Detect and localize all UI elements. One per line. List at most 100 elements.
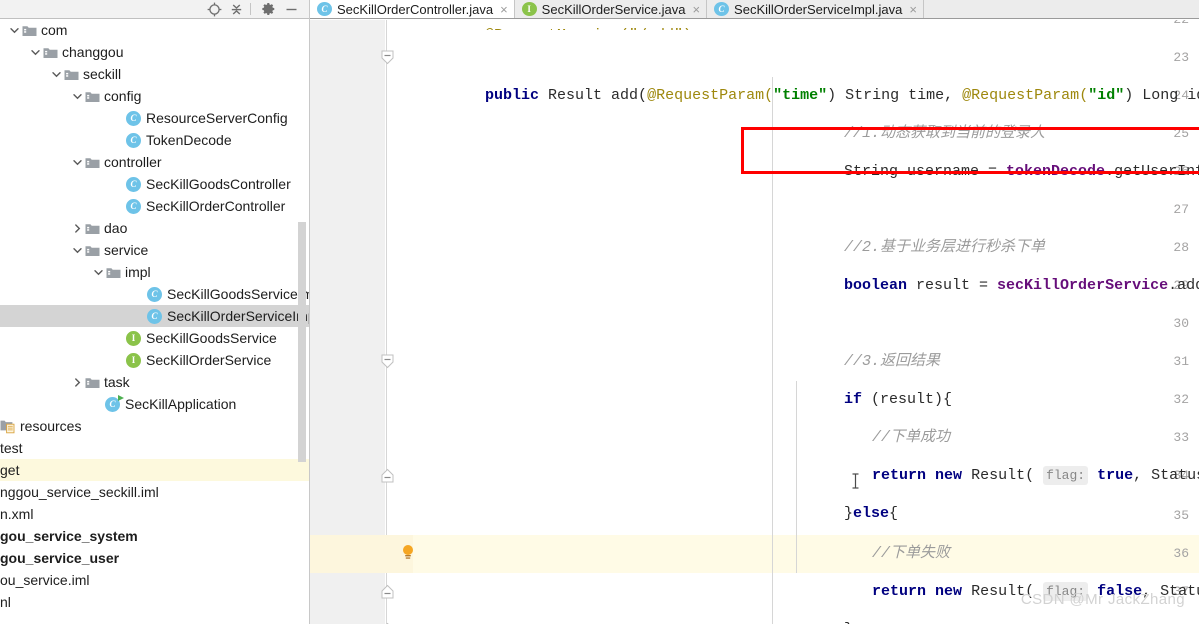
tree-item-label: resources [20,418,82,434]
java-class-icon: C [126,176,141,192]
tree-item-changgou[interactable]: changgou [0,41,310,63]
tree-item-label: SecKillApplication [125,396,237,412]
java-class-icon: C [147,308,162,324]
editor-tab-2[interactable]: C SecKillOrderServiceImpl.java × [707,0,924,18]
tree-item-n-xml[interactable]: n.xml [0,503,310,525]
editor-tab-bar: C SecKillOrderController.java × I SecKillOrd… [310,0,1199,19]
line-number: 31 [1173,354,1189,369]
code-token-keyword: new [935,467,963,484]
tree-item-config[interactable]: config [0,85,310,107]
tree-arrow-spacer [113,107,126,129]
editor-tab-1[interactable]: I SecKillOrderService.java × [514,0,708,18]
tree-item-gou-service-user[interactable]: gou_service_user [0,547,310,569]
code-token-text: Result add( [539,87,648,104]
java-interface-icon: I [521,2,537,16]
editor-area: C SecKillOrderController.java × I SecKillOrd… [310,0,1199,624]
code-token-keyword: new [935,583,963,600]
locate-target-icon[interactable] [205,1,223,17]
code-line-35: //下单失败 [800,497,950,562]
tree-expand-arrow[interactable] [92,261,105,283]
code-token-field: secKillOrderService [997,277,1169,294]
line-number: 22 [1134,20,1199,39]
tree-item-label: nl [0,594,11,610]
tree-expand-arrow[interactable] [71,371,84,393]
tree-item-nggou-service-seckill-iml[interactable]: nggou_service_seckill.iml [0,481,310,503]
tree-item-get[interactable]: get [0,459,310,481]
tree-item-ou-service-iml[interactable]: ou_service.iml [0,569,310,591]
project-tree-scrollbar-thumb[interactable] [298,222,306,462]
tree-item-test[interactable]: test [0,437,310,459]
tree-item-seckillorderservice[interactable]: I SecKillOrderService [0,349,310,371]
tree-expand-arrow[interactable] [71,239,84,261]
fold-marker-strip [385,20,413,624]
gear-icon[interactable] [260,1,278,17]
tree-item-dao[interactable]: dao [0,217,310,239]
tree-item-service[interactable]: service [0,239,310,261]
code-token-text: ( [1079,87,1089,104]
tree-item-label: SecKillGoodsService [146,330,277,346]
close-icon[interactable]: × [500,3,508,16]
code-editor[interactable]: 22 23 24 25 26 27 28 29 30 31 32 33 34 3… [310,20,1199,624]
tree-item-seckillordercontroller[interactable]: C SecKillOrderController [0,195,310,217]
intention-bulb-icon[interactable] [401,544,415,560]
tree-item-label: TokenDecode [146,132,232,148]
project-tree-scrollbar-track[interactable] [298,0,308,605]
fold-collapse-icon-line-23[interactable] [380,50,395,65]
tree-expand-arrow[interactable] [71,151,84,173]
tree-item-label: n.xml [0,506,34,522]
tree-arrow-spacer [134,283,147,305]
collapse-all-icon[interactable] [227,1,245,17]
tree-item-label: controller [104,154,162,170]
close-icon[interactable]: × [909,3,917,16]
close-icon[interactable]: × [692,3,700,16]
param-hint-flag: flag: [1043,466,1089,485]
code-token-annotation: @RequestParam [647,87,765,104]
fold-collapse-icon-line-31[interactable] [380,354,395,369]
tree-item-seckill[interactable]: seckill [0,63,310,85]
code-token-text: String username = [844,163,1007,180]
tree-arrow-spacer [113,349,126,371]
tree-expand-arrow[interactable] [8,19,21,41]
editor-tab-label: SecKillOrderService.java [541,1,686,17]
line-number: 38 [1134,611,1199,624]
tree-item-com[interactable]: com [0,19,310,41]
editor-tab-label: SecKillOrderServiceImpl.java [734,1,903,17]
code-token-text: Result( [962,467,1044,484]
tree-item-label: gou_service_user [0,550,120,566]
tree-item-resourceserverconfig[interactable]: C ResourceServerConfig [0,107,310,129]
tree-item-nl[interactable]: nl [0,591,310,613]
line-number: 30 [1173,316,1189,331]
tree-item-impl[interactable]: impl [0,261,310,283]
folder-icon [84,239,100,261]
code-line-23: public Result add(@RequestParam("time") … [413,39,1199,104]
minimize-icon[interactable] [282,1,300,17]
java-interface-icon: I [126,352,141,368]
tree-item-label: ou_service.iml [0,572,90,588]
project-tree[interactable]: com changgou seckill config C ResourceServerC… [0,19,310,624]
tree-item-seckillgoodsservice[interactable]: I SecKillGoodsService [0,327,310,349]
tree-item-task[interactable]: task [0,371,310,393]
tree-item-resources[interactable]: resources [0,415,310,437]
tree-item-seckillgoodsserviceimpl[interactable]: C SecKillGoodsServiceImpl [0,283,310,305]
tree-expand-arrow[interactable] [71,85,84,107]
fold-collapse-icon-line-34[interactable] [380,468,395,483]
tree-arrow-spacer [113,173,126,195]
watermark-text: CSDN @Mr JackZhang [1020,591,1185,608]
code-token-keyword: return [872,583,927,600]
code-line-37: } [772,573,853,624]
tree-expand-arrow[interactable] [71,217,84,239]
tree-item-label: SecKillGoodsServiceImpl [167,286,310,302]
line-number-gutter [310,20,385,624]
tree-item-gou-service-system[interactable]: gou_service_system [0,525,310,547]
tree-item-controller[interactable]: controller [0,151,310,173]
tree-item-seckillorderserviceimpl[interactable]: C SecKillOrderServiceImpl [0,305,310,327]
java-class-icon: C [126,198,141,214]
folder-icon [63,63,79,85]
tree-item-tokendecode[interactable]: C TokenDecode [0,129,310,151]
tree-item-seckillgoodscontroller[interactable]: C SecKillGoodsController [0,173,310,195]
tree-expand-arrow[interactable] [50,63,63,85]
tree-expand-arrow[interactable] [29,41,42,63]
editor-tab-0[interactable]: C SecKillOrderController.java × [310,0,515,18]
fold-collapse-icon-line-37[interactable] [380,584,395,599]
tree-item-seckillapplication[interactable]: C SecKillApplication [0,393,310,415]
